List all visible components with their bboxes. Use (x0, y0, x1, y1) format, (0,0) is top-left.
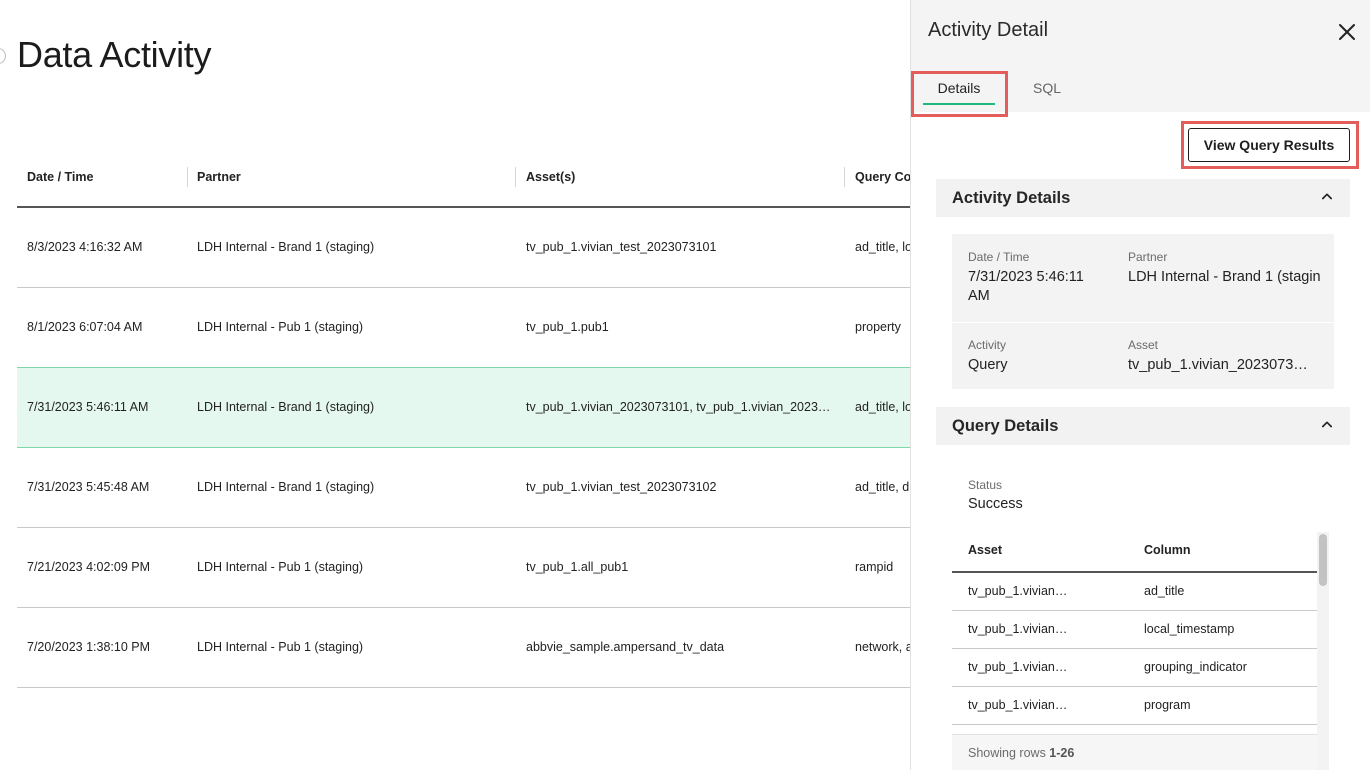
cell-query-columns: network, a (855, 640, 910, 654)
query-table-row: tv_pub_1.vivian… local_timestamp (952, 611, 1320, 649)
panel-header: Activity Detail Details SQL (911, 0, 1370, 117)
view-query-results-button[interactable]: View Query Results (1188, 128, 1350, 162)
table-row[interactable]: 8/1/2023 6:07:04 AM LDH Internal - Pub 1… (17, 288, 910, 368)
table-row[interactable]: 7/21/2023 4:02:09 PM LDH Internal - Pub … (17, 528, 910, 608)
cell-partner: LDH Internal - Brand 1 (staging) (197, 240, 375, 254)
column-divider (515, 167, 516, 187)
activity-details-card: Date / Time 7/31/2023 5:46:11 AM Partner… (952, 234, 1334, 322)
rows-count-prefix: Showing rows (968, 746, 1050, 760)
field-label: Date / Time (968, 250, 1030, 264)
query-table-footer: Showing rows 1-26 (952, 734, 1317, 770)
cell-partner: LDH Internal - Brand 1 (staging) (197, 480, 375, 494)
table-row[interactable]: 7/31/2023 5:45:48 AM LDH Internal - Bran… (17, 448, 910, 528)
column-divider (187, 167, 188, 187)
column-header-partner[interactable]: Partner (197, 148, 241, 206)
column-header-column[interactable]: Column (1144, 530, 1191, 570)
active-tab-underline (923, 103, 995, 105)
table-row[interactable]: 7/20/2023 1:38:10 PM LDH Internal - Pub … (17, 608, 910, 688)
cell-query-columns: ad_title, d (855, 480, 910, 494)
query-details-header[interactable]: Query Details (936, 407, 1350, 445)
status-value: Success (968, 496, 1023, 512)
page-title: Data Activity (17, 34, 212, 75)
cell-datetime: 7/31/2023 5:46:11 AM (27, 400, 149, 414)
cell-partner: LDH Internal - Pub 1 (staging) (197, 640, 364, 654)
cell-column: grouping_indicator (1144, 660, 1247, 674)
query-table-row: tv_pub_1.vivian… grouping_indicator (952, 649, 1320, 687)
field-label: Partner (1128, 250, 1168, 264)
cell-datetime: 8/1/2023 6:07:04 AM (27, 320, 143, 334)
activity-table: Date / Time Partner Asset(s) Query Col 8… (17, 148, 910, 688)
cell-partner: LDH Internal - Brand 1 (staging) (197, 400, 375, 414)
table-header: Date / Time Partner Asset(s) Query Col (17, 148, 910, 208)
cell-column: program (1144, 698, 1191, 712)
cell-assets: tv_pub_1.pub1 (526, 320, 609, 334)
cell-asset: tv_pub_1.vivian… (968, 622, 1068, 636)
field-label: Asset (1128, 338, 1159, 352)
activity-value: Query (968, 357, 1008, 373)
date-time-value-line1: 7/31/2023 5:46:11 (968, 269, 1084, 285)
column-header-assets[interactable]: Asset(s) (526, 148, 575, 206)
cell-partner: LDH Internal - Pub 1 (staging) (197, 320, 364, 334)
cell-query-columns: ad_title, lo (855, 400, 910, 414)
highlight-box: View Query Results (1181, 121, 1359, 169)
cell-datetime: 8/3/2023 4:16:32 AM (27, 240, 143, 254)
status-label: Status (968, 478, 1003, 492)
cell-asset: tv_pub_1.vivian… (968, 584, 1068, 598)
cell-datetime: 7/31/2023 5:45:48 AM (27, 480, 150, 494)
query-table-row: tv_pub_1.vivian… program (952, 687, 1320, 725)
cell-column: local_timestamp (1144, 622, 1235, 636)
cell-assets: tv_pub_1.all_pub1 (526, 560, 629, 574)
date-time-value-line2: AM (968, 288, 990, 304)
cell-assets: tv_pub_1.vivian_test_2023073101 (526, 240, 717, 254)
cell-assets: tv_pub_1.vivian_2023073101, tv_pub_1.viv… (526, 400, 836, 414)
cell-query-columns: ad_title, lo (855, 240, 910, 254)
partner-value: LDH Internal - Brand 1 (stagin (1128, 269, 1321, 285)
cell-query-columns: rampid (855, 560, 894, 574)
section-title: Query Details (952, 417, 1059, 435)
activity-details-header[interactable]: Activity Details (936, 179, 1350, 217)
activity-details-card: Activity Query Asset tv_pub_1.vivian_202… (952, 323, 1334, 389)
table-row[interactable]: 8/3/2023 4:16:32 AM LDH Internal - Brand… (17, 208, 910, 288)
cell-assets: tv_pub_1.vivian_test_2023073102 (526, 480, 717, 494)
chevron-up-icon[interactable] (1322, 191, 1332, 201)
field-label: Activity (968, 338, 1007, 352)
back-circle-icon[interactable] (0, 48, 6, 64)
cell-column: ad_title (1144, 584, 1185, 598)
cell-asset: tv_pub_1.vivian… (968, 660, 1068, 674)
tab-details-label: Details (937, 80, 981, 96)
tab-details[interactable]: Details (915, 70, 1003, 110)
rows-count-range: 1-26 (1049, 746, 1075, 760)
cell-partner: LDH Internal - Pub 1 (staging) (197, 560, 364, 574)
cell-assets: abbvie_sample.ampersand_tv_data (526, 640, 725, 654)
column-header-asset[interactable]: Asset (968, 530, 1002, 570)
section-title: Activity Details (952, 189, 1071, 207)
query-table-header: Asset Column (952, 530, 1320, 573)
cell-query-columns: property (855, 320, 901, 334)
panel-title: Activity Detail (928, 19, 1049, 41)
close-icon[interactable] (1335, 20, 1359, 44)
main-content: Data Activity Date / Time Partner Asset(… (0, 0, 910, 770)
column-header-date-time[interactable]: Date / Time (27, 148, 93, 206)
query-table-row: tv_pub_1.vivian… ad_title (952, 573, 1320, 611)
cell-asset: tv_pub_1.vivian… (968, 698, 1068, 712)
tab-sql[interactable]: SQL (1019, 70, 1075, 110)
chevron-up-icon[interactable] (1322, 419, 1332, 429)
cell-datetime: 7/21/2023 4:02:09 PM (27, 560, 151, 574)
rows-count-text: Showing rows 1-26 (968, 746, 1074, 760)
asset-value: tv_pub_1.vivian_2023073… (1128, 357, 1308, 373)
scrollbar-thumb[interactable] (1319, 534, 1327, 586)
column-divider (844, 167, 845, 187)
cell-datetime: 7/20/2023 1:38:10 PM (27, 640, 151, 654)
table-row-selected[interactable]: 7/31/2023 5:46:11 AM LDH Internal - Bran… (17, 367, 910, 448)
query-table-scrollbar[interactable] (1317, 532, 1329, 770)
tab-sql-label: SQL (1032, 80, 1061, 96)
column-header-query-columns[interactable]: Query Col (855, 148, 910, 206)
activity-detail-panel: Activity Detail Details SQL View Query R… (910, 0, 1370, 770)
